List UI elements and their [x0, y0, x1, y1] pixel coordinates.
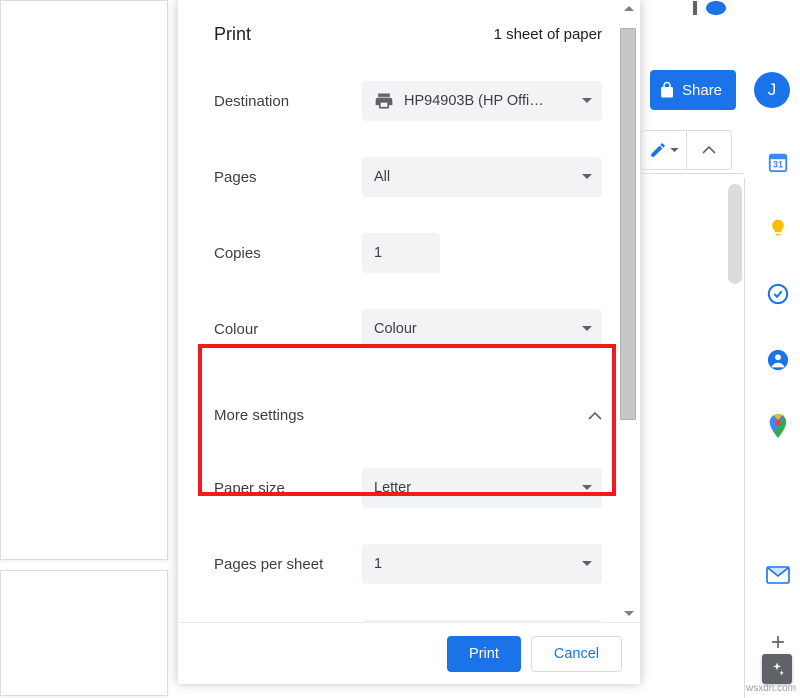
watermark: wsxdn.com	[746, 683, 796, 694]
destination-dropdown[interactable]: HP94903B (HP OfficeJ	[362, 81, 602, 121]
side-panel-divider	[744, 178, 745, 698]
colour-dropdown[interactable]: Colour	[362, 309, 602, 349]
account-avatar[interactable]: J	[754, 72, 790, 108]
maps-icon[interactable]	[766, 414, 790, 438]
account-avatar-fragment	[706, 1, 726, 15]
destination-value: HP94903B (HP OfficeJ	[404, 93, 544, 109]
dialog-scrollbar-track[interactable]	[620, 14, 638, 608]
chevron-up-icon	[702, 146, 716, 154]
add-icon[interactable]	[766, 630, 790, 654]
cancel-button[interactable]: Cancel	[531, 636, 622, 672]
toolbar-divider	[640, 173, 743, 174]
calendar-icon[interactable]: 31	[766, 150, 790, 174]
caret-down-icon	[582, 326, 592, 332]
copies-label: Copies	[214, 245, 362, 262]
share-label: Share	[682, 82, 722, 99]
colour-value: Colour	[374, 321, 417, 337]
print-dialog: Print 1 sheet of paper Destination HP949…	[178, 0, 640, 684]
dialog-scrollbar-thumb[interactable]	[620, 28, 636, 420]
side-rail: 31	[758, 150, 798, 654]
printer-icon	[374, 91, 394, 111]
pages-dropdown[interactable]: All	[362, 157, 602, 197]
dialog-footer: Print Cancel	[178, 622, 640, 684]
more-settings-expander[interactable]: More settings	[214, 385, 602, 446]
caret-down-icon	[582, 561, 592, 567]
explore-button[interactable]	[762, 654, 792, 684]
sheet-count: 1 sheet of paper	[494, 26, 602, 43]
sparkle-icon	[769, 661, 785, 677]
print-preview-page	[0, 0, 168, 560]
caret-down-icon	[582, 98, 592, 104]
destination-label: Destination	[214, 93, 362, 110]
dialog-title: Print	[214, 24, 251, 45]
pages-per-sheet-value: 1	[374, 556, 382, 572]
doc-scrollbar-thumb[interactable]	[728, 184, 742, 284]
toolbar-fragment	[693, 1, 697, 15]
scroll-down-icon[interactable]	[621, 607, 637, 621]
paper-size-value: Letter	[374, 480, 411, 496]
paper-size-dropdown[interactable]: Letter	[362, 468, 602, 508]
chevron-up-icon	[588, 412, 602, 420]
lock-icon	[658, 81, 676, 99]
pencil-icon	[649, 141, 667, 159]
pages-per-sheet-label: Pages per sheet	[214, 556, 362, 573]
editing-mode-toggle[interactable]	[640, 130, 732, 170]
pages-label: Pages	[214, 169, 362, 186]
share-button[interactable]: Share	[650, 70, 736, 110]
caret-down-icon	[582, 174, 592, 180]
svg-text:31: 31	[773, 160, 783, 170]
scroll-up-icon[interactable]	[621, 1, 637, 15]
keep-icon[interactable]	[766, 216, 790, 240]
contacts-icon[interactable]	[766, 348, 790, 372]
pages-value: All	[374, 169, 390, 185]
print-preview-page-partial	[0, 570, 168, 696]
caret-down-icon	[582, 485, 592, 491]
more-settings-label: More settings	[214, 407, 304, 424]
copies-input[interactable]	[362, 233, 440, 273]
paper-size-label: Paper size	[214, 480, 362, 497]
caret-down-icon	[670, 148, 679, 153]
print-button[interactable]: Print	[447, 636, 521, 672]
margins-dropdown[interactable]: Default	[362, 620, 602, 622]
pages-per-sheet-dropdown[interactable]: 1	[362, 544, 602, 584]
colour-label: Colour	[214, 321, 362, 338]
mail-icon[interactable]	[766, 564, 790, 588]
print-dialog-body: Print 1 sheet of paper Destination HP949…	[178, 0, 640, 622]
tasks-icon[interactable]	[766, 282, 790, 306]
